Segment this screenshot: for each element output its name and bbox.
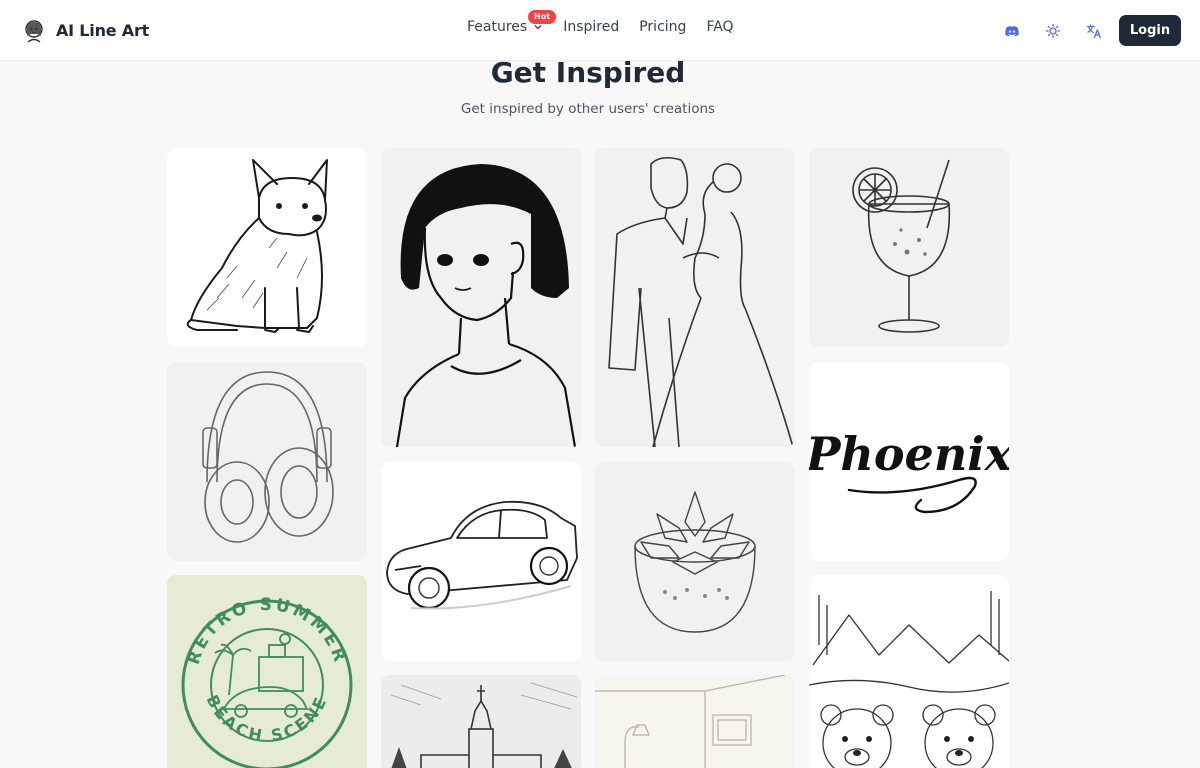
- sports-car-illustration: [386, 500, 578, 610]
- gallery-card-retro-summer[interactable]: RETRO SUMMER BEACH SCENE: [167, 575, 367, 768]
- nav-pricing[interactable]: Pricing: [639, 19, 686, 35]
- sun-icon[interactable]: [1042, 20, 1064, 42]
- svg-text:BEACH SCENE: BEACH SCENE: [203, 692, 332, 746]
- gallery-card-headphones[interactable]: [167, 362, 367, 561]
- discord-icon[interactable]: [1001, 20, 1023, 42]
- login-button[interactable]: Login: [1119, 15, 1181, 46]
- gallery-card-cocktail[interactable]: [809, 148, 1009, 347]
- church-illustration: [381, 675, 581, 768]
- corgi-illustration: [186, 159, 328, 333]
- main-nav: Features Hot Inspired Pricing FAQ: [467, 10, 734, 35]
- cocktail-glass-illustration: [852, 159, 951, 333]
- gallery-card-girl-portrait[interactable]: [381, 148, 581, 447]
- mountain-bears-illustration: [809, 591, 1009, 768]
- phoenix-lettering-illustration: Phoenix: [809, 427, 1009, 514]
- gallery-card-church[interactable]: [381, 675, 581, 768]
- room-interior-illustration: [595, 675, 786, 768]
- phoenix-text: Phoenix: [809, 427, 1009, 481]
- nav-inspired[interactable]: Inspired: [563, 19, 619, 35]
- nav-features[interactable]: Features Hot: [467, 10, 557, 35]
- page-title: Get Inspired: [490, 56, 686, 89]
- gallery-card-mountain-bears[interactable]: [809, 575, 1009, 768]
- brand[interactable]: AI Line Art: [22, 16, 149, 44]
- gallery-card-wedding-couple[interactable]: [595, 148, 795, 447]
- top-navbar: AI Line Art Features Hot Inspired Pricin…: [0, 0, 1200, 60]
- wedding-couple-illustration: [608, 156, 794, 447]
- hot-badge: Hot: [528, 10, 557, 24]
- nav-features-label: Features: [467, 19, 528, 35]
- retro-summer-badge-illustration: RETRO SUMMER BEACH SCENE: [181, 595, 353, 768]
- translate-icon[interactable]: [1083, 20, 1105, 42]
- gallery-card-phoenix[interactable]: Phoenix: [809, 362, 1009, 561]
- page-subtitle: Get inspired by other users' creations: [460, 101, 716, 117]
- gallery-card-succulent[interactable]: [595, 462, 795, 661]
- brand-logo-icon: [25, 20, 43, 43]
- gallery-card-sports-car[interactable]: [381, 462, 581, 661]
- succulent-pot-illustration: [634, 491, 756, 633]
- retro-bottom-text: BEACH SCENE: [203, 692, 329, 746]
- headphones-illustration: [202, 371, 334, 543]
- brand-name: AI Line Art: [56, 20, 150, 40]
- gallery-card-room-interior[interactable]: [595, 675, 795, 768]
- girl-portrait-illustration: [395, 164, 577, 447]
- gallery-card-corgi[interactable]: [167, 148, 367, 347]
- nav-faq[interactable]: FAQ: [706, 19, 733, 35]
